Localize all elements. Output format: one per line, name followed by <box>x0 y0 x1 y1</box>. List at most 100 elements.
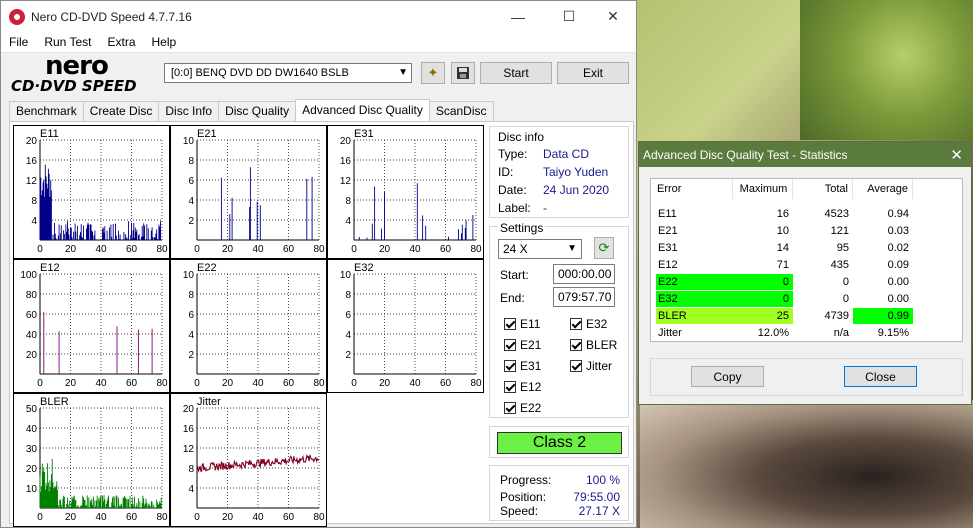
progress-group: Progress: 100 % Position: 79:55.00 Speed… <box>489 465 629 521</box>
stats-cell-jitter-2: n/a <box>833 327 849 339</box>
stats-cell-jitter-1: 12.0% <box>757 327 789 339</box>
drive-info-button[interactable]: ✦ <box>421 62 445 84</box>
stats-column-header[interactable]: Error <box>651 179 733 199</box>
x-tick-label: 80 <box>313 244 325 255</box>
menu-run-test[interactable]: Run Test <box>36 35 99 49</box>
stats-cell-e31-0: E31 <box>658 242 678 254</box>
x-tick-label: 80 <box>470 378 482 389</box>
drive-select[interactable]: [0:0] BENQ DVD DD DW1640 BSLB ▼ <box>164 63 412 83</box>
x-tick-label: 60 <box>126 512 138 523</box>
stats-cell-e11-2: 4523 <box>824 208 849 220</box>
y-tick-label: 6 <box>345 310 351 321</box>
x-tick-label: 20 <box>65 378 77 389</box>
app-icon <box>9 8 25 25</box>
exit-button[interactable]: Exit <box>557 62 629 84</box>
y-tick-label: 10 <box>340 270 352 281</box>
check-e21[interactable]: E21 <box>504 338 541 352</box>
stats-column-header[interactable]: Maximum <box>733 179 793 199</box>
stats-cell-bler-3: 0.99 <box>853 308 913 324</box>
check-bler[interactable]: BLER <box>570 338 617 352</box>
checkbox-checked <box>504 360 516 372</box>
dialog-title-bar[interactable]: Advanced Disc Quality Test - Statistics … <box>639 142 971 167</box>
y-tick-label: 40 <box>26 330 38 341</box>
chart-title: E21 <box>197 128 217 140</box>
tab-disc-quality[interactable]: Disc Quality <box>218 101 297 121</box>
minimize-button[interactable]: — <box>495 1 541 32</box>
dialog-close-icon[interactable]: ✕ <box>950 146 963 164</box>
x-tick-label: 40 <box>409 244 421 255</box>
x-tick-label: 40 <box>409 378 421 389</box>
checkbox-checked <box>570 339 582 351</box>
stats-cell-e11-1: 16 <box>776 208 789 220</box>
check-e32[interactable]: E32 <box>570 317 607 331</box>
speed-select[interactable]: 24 X ▼ <box>498 239 582 259</box>
check-label: E21 <box>520 338 542 352</box>
start-label: Start: <box>500 268 529 282</box>
save-button[interactable] <box>451 62 475 84</box>
y-tick-label: 80 <box>26 290 38 301</box>
y-tick-label: 2 <box>188 350 194 361</box>
chart-title: E32 <box>354 262 374 274</box>
start-button[interactable]: Start <box>480 62 552 84</box>
chart-e32: E32 2 4 6 8 10 0 20 40 60 80 <box>327 259 484 393</box>
checkbox-checked <box>504 381 516 393</box>
date-label: Date: <box>498 183 527 197</box>
disc-info-group: Disc info Type: Data CD ID: Taiyo Yuden … <box>489 126 629 218</box>
y-tick-label: 10 <box>183 270 195 281</box>
menu-file[interactable]: File <box>1 35 36 49</box>
x-tick-label: 40 <box>95 512 107 523</box>
check-jitter[interactable]: Jitter <box>570 359 612 373</box>
stats-cell-e21-3: 0.03 <box>887 225 909 237</box>
x-tick-label: 40 <box>95 244 107 255</box>
tab-benchmark[interactable]: Benchmark <box>9 101 84 121</box>
tab-create-disc[interactable]: Create Disc <box>82 101 160 121</box>
series-bars <box>39 458 162 508</box>
x-tick-label: 0 <box>194 512 200 523</box>
x-tick-label: 20 <box>379 378 391 389</box>
tab-scandisc[interactable]: ScanDisc <box>428 101 494 121</box>
start-field[interactable]: 000:00.00 <box>553 264 615 284</box>
y-tick-label: 12 <box>26 176 38 187</box>
close-button[interactable]: ✕ <box>590 1 636 32</box>
y-tick-label: 20 <box>340 136 352 147</box>
stats-cell-e21-2: 121 <box>830 225 849 237</box>
stats-cell-e12-3: 0.09 <box>887 259 909 271</box>
x-tick-label: 20 <box>222 244 234 255</box>
x-tick-label: 0 <box>37 378 43 389</box>
chart-svg: E11 4 8 12 16 20 0 20 40 60 80 <box>26 128 168 255</box>
check-e11[interactable]: E11 <box>504 317 540 331</box>
end-field[interactable]: 079:57.70 <box>553 287 615 307</box>
stats-cell-jitter-3: 9.15% <box>877 327 909 339</box>
y-tick-label: 16 <box>340 156 352 167</box>
stats-column-header[interactable]: Total <box>793 179 853 199</box>
check-label: E12 <box>520 380 542 394</box>
x-tick-label: 20 <box>222 512 234 523</box>
chart-e12: E12 20 40 60 80 100 0 20 40 60 80 <box>13 259 170 393</box>
close-dialog-button[interactable]: Close <box>844 366 917 387</box>
stats-column-header[interactable]: Average <box>853 179 913 199</box>
maximize-button[interactable]: ☐ <box>546 1 592 32</box>
chart-title: E12 <box>40 262 60 274</box>
statistics-table: Error Maximum Total Average E11 16 4523 0.94 E21… <box>650 178 963 342</box>
x-tick-label: 20 <box>65 512 77 523</box>
menu-help[interactable]: Help <box>144 35 185 49</box>
y-tick-label: 2 <box>345 350 351 361</box>
check-e31[interactable]: E31 <box>504 359 541 373</box>
y-tick-label: 12 <box>340 176 352 187</box>
series-bars <box>39 164 161 240</box>
x-tick-label: 0 <box>351 244 357 255</box>
check-e12[interactable]: E12 <box>504 380 541 394</box>
check-label: E31 <box>520 359 542 373</box>
dialog-title: Advanced Disc Quality Test - Statistics <box>643 147 848 162</box>
copy-button[interactable]: Copy <box>691 366 764 387</box>
y-tick-label: 40 <box>26 424 38 435</box>
checkbox-checked <box>570 360 582 372</box>
tab-disc-info[interactable]: Disc Info <box>158 101 220 121</box>
tab-advanced-disc-quality[interactable]: Advanced Disc Quality <box>295 99 430 121</box>
menu-extra[interactable]: Extra <box>99 35 143 49</box>
chart-title: BLER <box>40 396 69 408</box>
x-tick-label: 60 <box>283 512 295 523</box>
title-bar[interactable]: Nero CD-DVD Speed 4.7.7.16 — ☐ ✕ <box>1 1 636 32</box>
refresh-button[interactable]: ⟳ <box>594 237 614 259</box>
check-e22[interactable]: E22 <box>504 401 541 415</box>
